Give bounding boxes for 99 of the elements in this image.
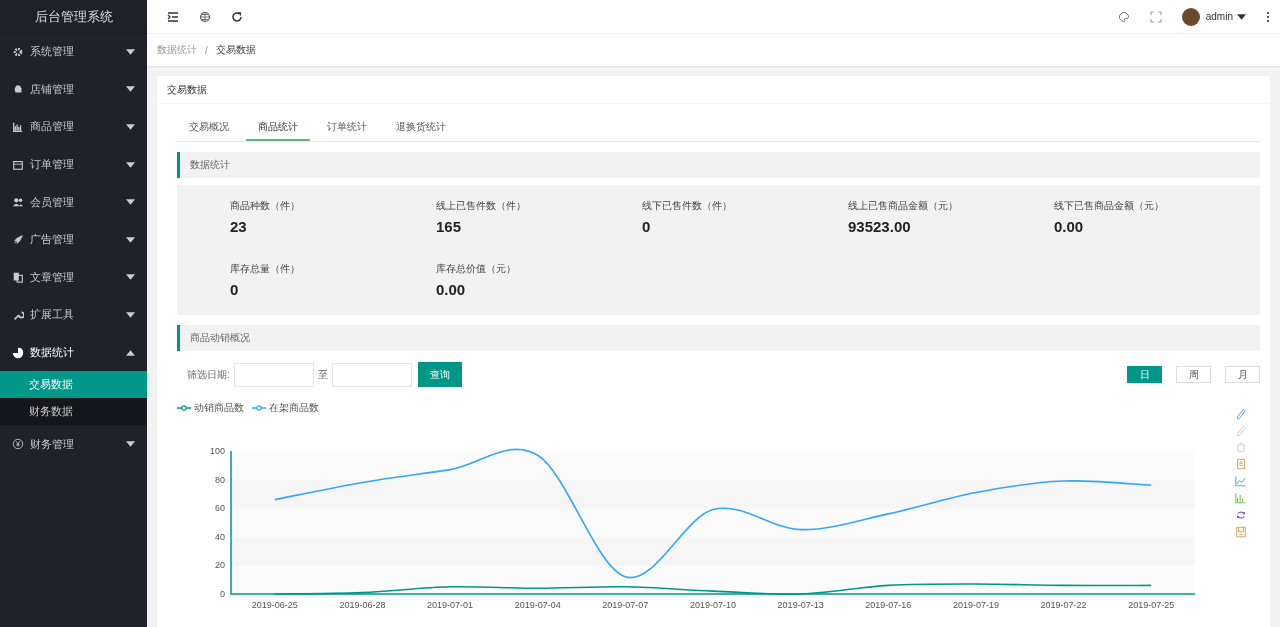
- caret-icon[interactable]: [1237, 13, 1246, 20]
- x-tick-label: 2019-06-25: [251, 600, 298, 610]
- bar-chart-icon: [12, 121, 24, 133]
- sidebar-item[interactable]: 扩展工具: [0, 296, 147, 334]
- sidebar-item[interactable]: 文章管理: [0, 258, 147, 297]
- stat-label: 线上已售商品金额（元）: [848, 199, 959, 213]
- bar-chart-icon[interactable]: [1235, 492, 1247, 505]
- x-tick-label: 2019-07-16: [865, 600, 912, 610]
- document-icon[interactable]: [1235, 458, 1247, 471]
- stat-label: 线下已售件数（件）: [642, 199, 733, 213]
- x-tick-label: 2019-07-07: [602, 600, 649, 610]
- x-tick-label: 2019-07-19: [952, 600, 999, 610]
- globe-icon[interactable]: [199, 10, 211, 23]
- caret-icon: [126, 274, 135, 281]
- pencil-icon[interactable]: [1235, 424, 1247, 437]
- filter-label: 筛选日期:: [187, 367, 230, 382]
- card-title: 交易数据: [167, 82, 207, 97]
- tab[interactable]: 交易概况: [177, 114, 241, 141]
- trash-icon[interactable]: [1235, 441, 1247, 454]
- y-tick-label: 60: [215, 503, 225, 514]
- avatar[interactable]: [1181, 7, 1200, 26]
- users-icon: [12, 196, 24, 209]
- sidebar-item[interactable]: 数据统计: [0, 333, 147, 372]
- yen-icon: [12, 438, 24, 451]
- caret-icon: [126, 199, 135, 206]
- x-tick-label: 2019-06-28: [339, 600, 386, 610]
- period-button[interactable]: 日: [1127, 366, 1162, 383]
- user-name[interactable]: admin: [1205, 11, 1233, 22]
- caret-icon: [126, 236, 135, 243]
- period-button[interactable]: 周: [1176, 366, 1211, 383]
- legend-label[interactable]: 在架商品数: [269, 401, 319, 415]
- y-tick-label: 100: [209, 446, 225, 456]
- menu-collapse-icon[interactable]: [167, 10, 179, 23]
- section-header: 数据统计: [177, 152, 1260, 178]
- line-chart-icon[interactable]: [1235, 475, 1247, 488]
- stat-value: 93523.00: [848, 218, 912, 235]
- rocket-icon: [12, 233, 24, 246]
- sidebar-item[interactable]: 广告管理: [0, 220, 147, 259]
- end-date-field[interactable]: [331, 362, 412, 387]
- copy-icon: [12, 271, 24, 284]
- caret-icon: [126, 48, 135, 55]
- pencil-icon[interactable]: [1235, 407, 1247, 420]
- period-button[interactable]: 月: [1225, 366, 1260, 383]
- stat-label: 线下已售商品金额（元）: [1054, 199, 1165, 213]
- stat-value: 0: [642, 218, 652, 235]
- legend-marker-icon[interactable]: [252, 405, 266, 411]
- tab[interactable]: 商品统计: [246, 114, 310, 141]
- start-date-field[interactable]: [233, 362, 314, 387]
- query-button[interactable]: 查询: [417, 362, 462, 387]
- y-tick-label: 20: [215, 560, 225, 571]
- x-tick-label: 2019-07-22: [1040, 600, 1087, 610]
- calendar-icon: [12, 158, 24, 171]
- stat-value: 23: [230, 218, 248, 235]
- tab[interactable]: 订单统计: [315, 114, 379, 141]
- sidebar-subitem[interactable]: 财务数据: [0, 398, 147, 426]
- stat-value: 0.00: [1054, 218, 1085, 235]
- fullscreen-icon[interactable]: [1149, 10, 1162, 23]
- stat-label: 线上已售件数（件）: [436, 199, 527, 213]
- stat-label: 商品种数（件）: [230, 199, 301, 213]
- sidebar-item[interactable]: 系统管理: [0, 33, 147, 71]
- breadcrumb-separator: /: [205, 44, 208, 56]
- caret-icon: [126, 86, 135, 93]
- caret-icon: [126, 124, 135, 130]
- sidebar-item[interactable]: 财务管理: [0, 425, 147, 463]
- sidebar-item[interactable]: 店铺管理: [0, 70, 147, 109]
- caret-icon: [126, 311, 135, 318]
- stat-label: 库存总量（件）: [230, 262, 301, 276]
- x-tick-label: 2019-07-10: [690, 600, 736, 610]
- x-tick-label: 2019-07-01: [427, 600, 474, 610]
- stat-value: 0.00: [436, 281, 467, 298]
- gear-icon: [12, 45, 24, 58]
- more-icon[interactable]: [1266, 10, 1270, 23]
- range-separator: 至: [317, 367, 328, 382]
- section-header: 商品动销概况: [177, 325, 1260, 351]
- legend-marker-icon[interactable]: [177, 405, 191, 411]
- stat-value: 165: [436, 218, 463, 235]
- breadcrumb-item[interactable]: 交易数据: [215, 43, 256, 57]
- y-tick-label: 80: [215, 474, 225, 485]
- save-icon[interactable]: [1235, 526, 1247, 539]
- x-tick-label: 2019-07-04: [514, 600, 561, 610]
- stat-label: 库存总价值（元）: [436, 262, 517, 276]
- tab[interactable]: 退换货统计: [384, 114, 458, 141]
- y-tick-label: 0: [220, 589, 225, 599]
- caret-icon: [126, 441, 135, 448]
- sidebar-item[interactable]: 会员管理: [0, 183, 147, 221]
- refresh-icon[interactable]: [231, 10, 243, 23]
- caret-icon: [126, 349, 135, 356]
- legend-label[interactable]: 动销商品数: [194, 401, 244, 415]
- x-tick-label: 2019-07-25: [1128, 600, 1175, 610]
- x-tick-label: 2019-07-13: [777, 600, 824, 610]
- sidebar-item[interactable]: 订单管理: [0, 145, 147, 184]
- y-tick-label: 40: [215, 531, 225, 542]
- refresh-icon[interactable]: [1235, 509, 1247, 522]
- caret-icon: [126, 161, 135, 168]
- pie-chart-icon: [12, 346, 24, 359]
- sidebar-item[interactable]: 商品管理: [0, 108, 147, 146]
- palette-icon[interactable]: [1117, 10, 1130, 23]
- stat-value: 0: [230, 281, 240, 298]
- sidebar-subitem[interactable]: 交易数据: [0, 371, 147, 399]
